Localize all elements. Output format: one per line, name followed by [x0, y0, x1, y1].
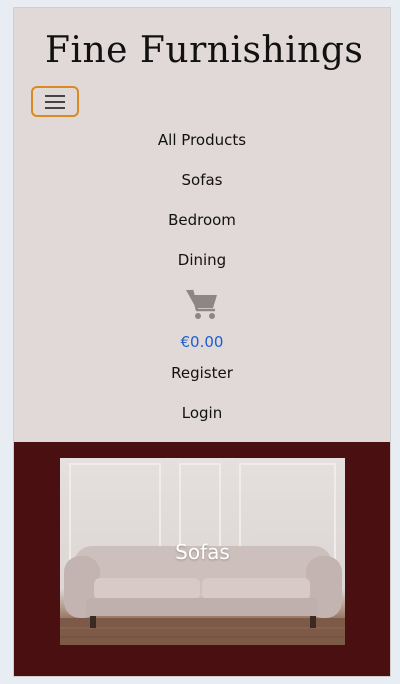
site-title[interactable]: Fine Furnishings: [45, 30, 363, 71]
nav-item-all-products[interactable]: All Products: [14, 131, 390, 149]
cart-total[interactable]: €0.00: [14, 333, 390, 351]
nav-item-bedroom[interactable]: Bedroom: [14, 211, 390, 229]
page-frame: Fine Furnishings All Products Sofas Bedr…: [13, 7, 391, 677]
nav-item-dining[interactable]: Dining: [14, 251, 390, 269]
sofas-category-card[interactable]: Sofas: [60, 458, 345, 645]
shopping-cart-icon[interactable]: [184, 287, 220, 321]
nav-item-sofas[interactable]: Sofas: [14, 171, 390, 189]
site-header: Fine Furnishings All Products Sofas Bedr…: [14, 8, 390, 442]
category-hero: Sofas: [14, 442, 390, 676]
nav-item-login[interactable]: Login: [14, 404, 390, 422]
sofas-category-label: Sofas: [175, 540, 230, 564]
nav-item-register[interactable]: Register: [14, 364, 390, 382]
nav-toggle-button[interactable]: [31, 86, 79, 117]
